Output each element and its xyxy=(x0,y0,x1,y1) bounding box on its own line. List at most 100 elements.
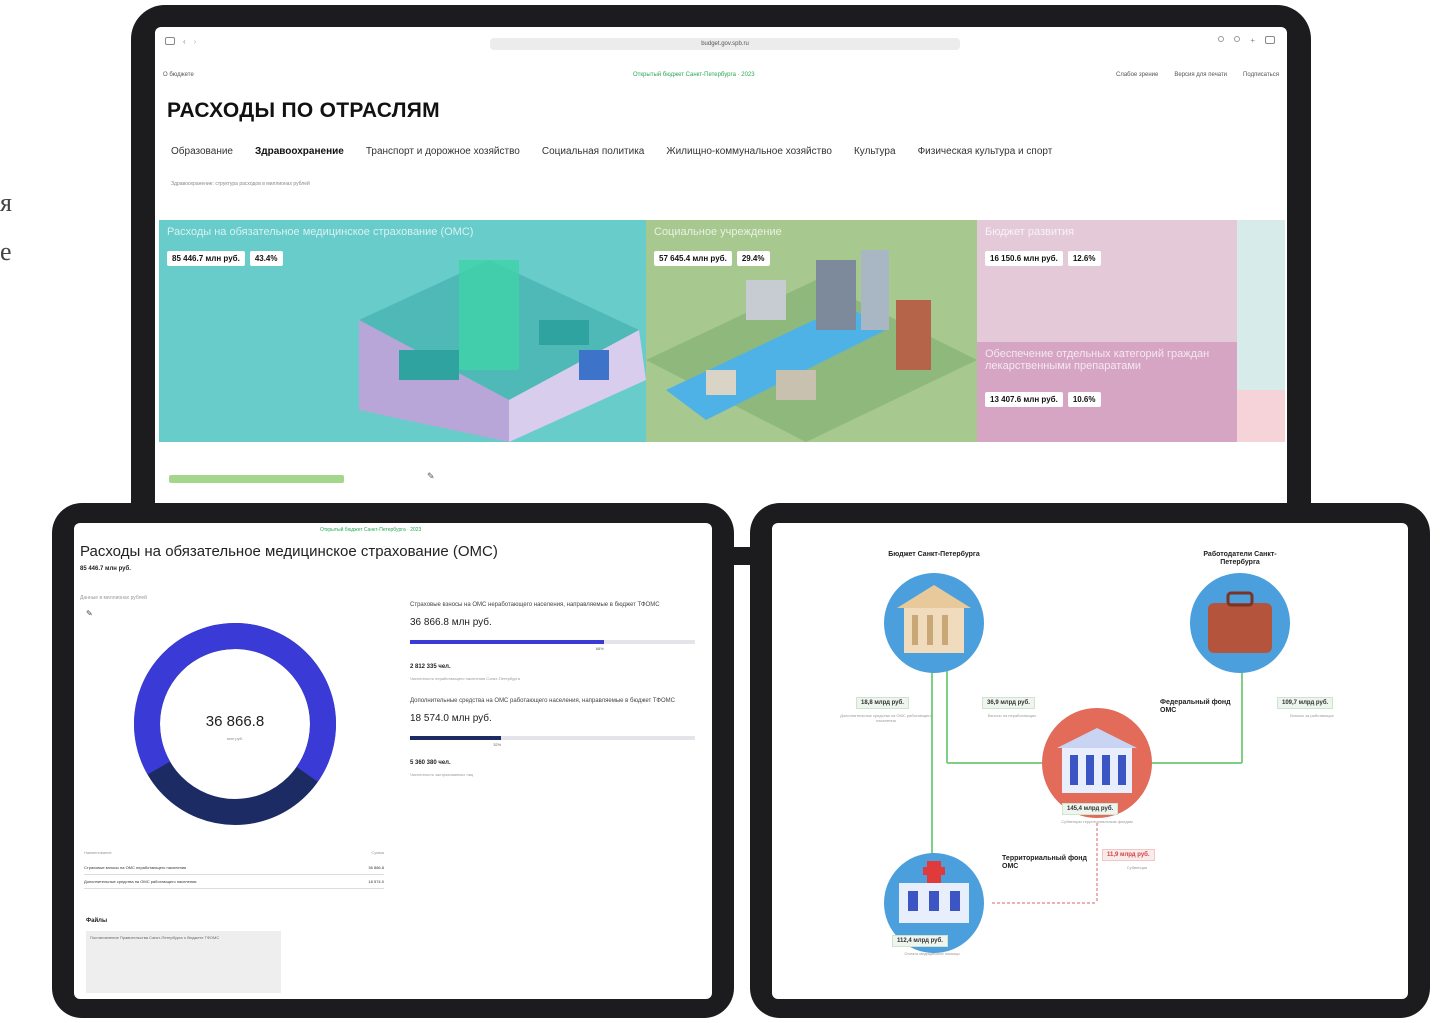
amount-budget-right[interactable]: 36,9 млрд руб. xyxy=(982,697,1035,709)
legend-table-head: Наименование Сумма xyxy=(84,850,384,855)
file-item-text: Постановление Правительства Санкт-Петерб… xyxy=(90,935,220,940)
node-employers-label: Работодатели Санкт-Петербурга xyxy=(1203,551,1277,566)
treemap-tile-development[interactable]: Бюджет развития 16 150.6 млн руб. 12.6% xyxy=(977,220,1237,342)
breakdown-2-desc: Дополнительные средства на ОМС работающе… xyxy=(410,698,675,704)
breakdown-2-fill xyxy=(410,736,502,740)
node-federal-label: Федеральный фонд ОМС xyxy=(1160,699,1231,714)
tab-culture[interactable]: Культура xyxy=(854,146,896,157)
amount-budget-left[interactable]: 18,8 млрд руб. xyxy=(856,697,909,709)
tile-medicines-pct: 10.6% xyxy=(1067,392,1101,407)
treemap-note: Здравоохранение: структура расходов в ми… xyxy=(171,181,310,187)
tile-development-label: Бюджет развития xyxy=(985,226,1075,238)
tile-oms-amount: 85 446.7 млн руб. xyxy=(167,251,245,266)
node-budget-label: Бюджет Санкт-Петербурга xyxy=(888,551,980,558)
amount-territorial[interactable]: 112,4 млрд руб. xyxy=(892,935,948,947)
amount-transfer[interactable]: 11,9 млрд руб. xyxy=(1102,849,1155,861)
legend-head-name: Наименование xyxy=(84,850,112,855)
print-version-link[interactable]: Версия для печати xyxy=(1174,72,1227,78)
site-header: О бюджете Открытый бюджет Санкт-Петербур… xyxy=(163,67,1279,83)
treemap-tile-social[interactable]: Социальное учреждение 57 645.4 млн руб. … xyxy=(646,220,977,442)
breakdown-1-pct: 68% xyxy=(595,646,604,651)
oms-breakdown: Страховые взносы на ОМС неработающего на… xyxy=(410,601,695,793)
tablet-left-screen: Открытый бюджет Санкт-Петербурга · 2023 … xyxy=(74,523,712,999)
forward-icon[interactable]: › xyxy=(194,37,197,46)
files-title: Файлы xyxy=(86,918,108,924)
treemap-tile-oms[interactable]: Расходы на обязательное медицинское стра… xyxy=(159,220,646,442)
breakdown-item-2: Дополнительные средства на ОМС работающе… xyxy=(410,697,695,777)
oms-donut-chart: 36 866.8 млн руб. xyxy=(130,619,340,829)
side-fragment-2: е xyxy=(0,237,12,266)
filter-strip[interactable] xyxy=(169,475,344,483)
tab-transport[interactable]: Транспорт и дорожное хозяйство xyxy=(366,146,520,157)
amount-budget-left-note: Дополнительные средства на ОМС работающе… xyxy=(840,713,932,723)
breakdown-1-count: 2 812 335 чел. xyxy=(410,664,451,670)
table-row[interactable]: Дополнительные средства на ОМС работающе… xyxy=(84,875,384,889)
site-header-title[interactable]: Открытый бюджет Санкт-Петербурга · 2023 xyxy=(633,72,755,78)
oms-title: Расходы на обязательное медицинское стра… xyxy=(80,543,498,560)
tabs-overview-icon[interactable] xyxy=(1265,36,1275,44)
tablet-right: Бюджет Санкт-Петербурга Работодатели Сан… xyxy=(750,503,1430,1018)
share-icon[interactable] xyxy=(1234,36,1241,42)
marketing-composite: я е ‹ › budget.gov.spb.ru + О бюджете От… xyxy=(0,0,1443,1023)
legend-table: Страховые взносы на ОМС неработающего на… xyxy=(84,861,384,889)
back-icon[interactable]: ‹ xyxy=(183,37,186,46)
donut-caption: млн руб. xyxy=(226,736,244,741)
table-row[interactable]: Страховые взносы на ОМС неработающего на… xyxy=(84,861,384,875)
file-item[interactable]: Постановление Правительства Санкт-Петерб… xyxy=(86,931,281,993)
breakdown-2-count: 5 360 380 чел. xyxy=(410,760,451,766)
treemap-tile-medicines[interactable]: Обеспечение отдельных категорий граждан … xyxy=(977,342,1237,442)
pin-icon[interactable]: ✎ xyxy=(86,609,93,618)
site-logo[interactable]: О бюджете xyxy=(163,72,194,78)
tablet-right-screen: Бюджет Санкт-Петербурга Работодатели Сан… xyxy=(772,523,1408,999)
breakdown-2-pct: 32% xyxy=(493,742,502,747)
node-territorial-label: Территориальный фонд ОМС xyxy=(1002,855,1087,870)
table-row-value: 18 574.0 xyxy=(368,879,384,884)
address-bar[interactable]: budget.gov.spb.ru xyxy=(490,38,960,50)
desktop-monitor: ‹ › budget.gov.spb.ru + О бюджете Открыт… xyxy=(131,5,1311,565)
table-row-name: Страховые взносы на ОМС неработающего на… xyxy=(84,865,187,870)
amount-budget-right-note: Взносы на неработающих xyxy=(987,713,1037,718)
breakdown-1-fill xyxy=(410,640,604,644)
low-vision-link[interactable]: Слабое зрение xyxy=(1116,72,1158,78)
amount-employers[interactable]: 109,7 млрд руб. xyxy=(1277,697,1334,709)
tile-social-amount: 57 645.4 млн руб. xyxy=(654,251,732,266)
tile-oms-label: Расходы на обязательное медицинское стра… xyxy=(167,226,474,238)
tab-education[interactable]: Образование xyxy=(171,146,233,157)
tablet-left-header-title[interactable]: Открытый бюджет Санкт-Петербурга · 2023 xyxy=(320,527,421,533)
tile-medicines-label: Обеспечение отдельных категорий граждан … xyxy=(985,348,1210,372)
oms-total: 85 446.7 млн руб. xyxy=(80,566,131,572)
breakdown-2-count-sub: Численность застрахованных лиц xyxy=(410,772,474,777)
amount-federal[interactable]: 145,4 млрд руб. xyxy=(1062,803,1119,815)
subscribe-link[interactable]: Подписаться xyxy=(1243,72,1279,78)
breakdown-1-value: 36 866.8 млн руб. xyxy=(410,617,492,628)
side-fragment-1: я xyxy=(0,188,12,217)
tile-development-pct: 12.6% xyxy=(1067,251,1101,266)
tab-social-policy[interactable]: Социальная политика xyxy=(542,146,644,157)
table-row-name: Дополнительные средства на ОМС работающе… xyxy=(84,879,197,884)
tile-medicines-amount: 13 407.6 млн руб. xyxy=(985,392,1063,407)
tab-housing[interactable]: Жилищно-коммунальное хозяйство xyxy=(666,146,832,157)
legend-head-sum: Сумма xyxy=(371,850,384,855)
sector-tabs: Образование Здравоохранение Транспорт и … xyxy=(171,146,1052,157)
tile-social-pct: 29.4% xyxy=(736,251,770,266)
breakdown-2-track: 32% xyxy=(410,736,695,747)
breakdown-1-track: 68% xyxy=(410,640,695,651)
tile-social-label: Социальное учреждение xyxy=(654,226,782,238)
oms-note: Данные в миллионах рублей xyxy=(80,595,147,601)
amount-federal-note: Субвенции территориальным фондам xyxy=(1061,819,1133,824)
browser-actions: + xyxy=(1218,36,1275,45)
donut-value: 36 866.8 xyxy=(205,713,265,730)
amount-territorial-note: Оплата медицинской помощи xyxy=(904,951,960,956)
amount-employers-note: Взносы за работающих xyxy=(1290,713,1334,718)
treemap-tile-small-2[interactable] xyxy=(1237,390,1285,442)
tab-sport[interactable]: Физическая культура и спорт xyxy=(918,146,1053,157)
pencil-icon[interactable]: ✎ xyxy=(427,471,435,482)
page-title: РАСХОДЫ ПО ОТРАСЛЯМ xyxy=(167,99,440,122)
treemap-tile-small-1[interactable] xyxy=(1237,220,1285,390)
desktop-screen: ‹ › budget.gov.spb.ru + О бюджете Открыт… xyxy=(155,27,1287,547)
download-icon[interactable] xyxy=(1218,36,1225,42)
table-row-value: 36 866.8 xyxy=(368,865,384,870)
tab-healthcare[interactable]: Здравоохранение xyxy=(255,146,344,157)
new-tab-icon[interactable]: + xyxy=(1250,36,1255,45)
sidebar-toggle-icon[interactable] xyxy=(165,37,175,45)
